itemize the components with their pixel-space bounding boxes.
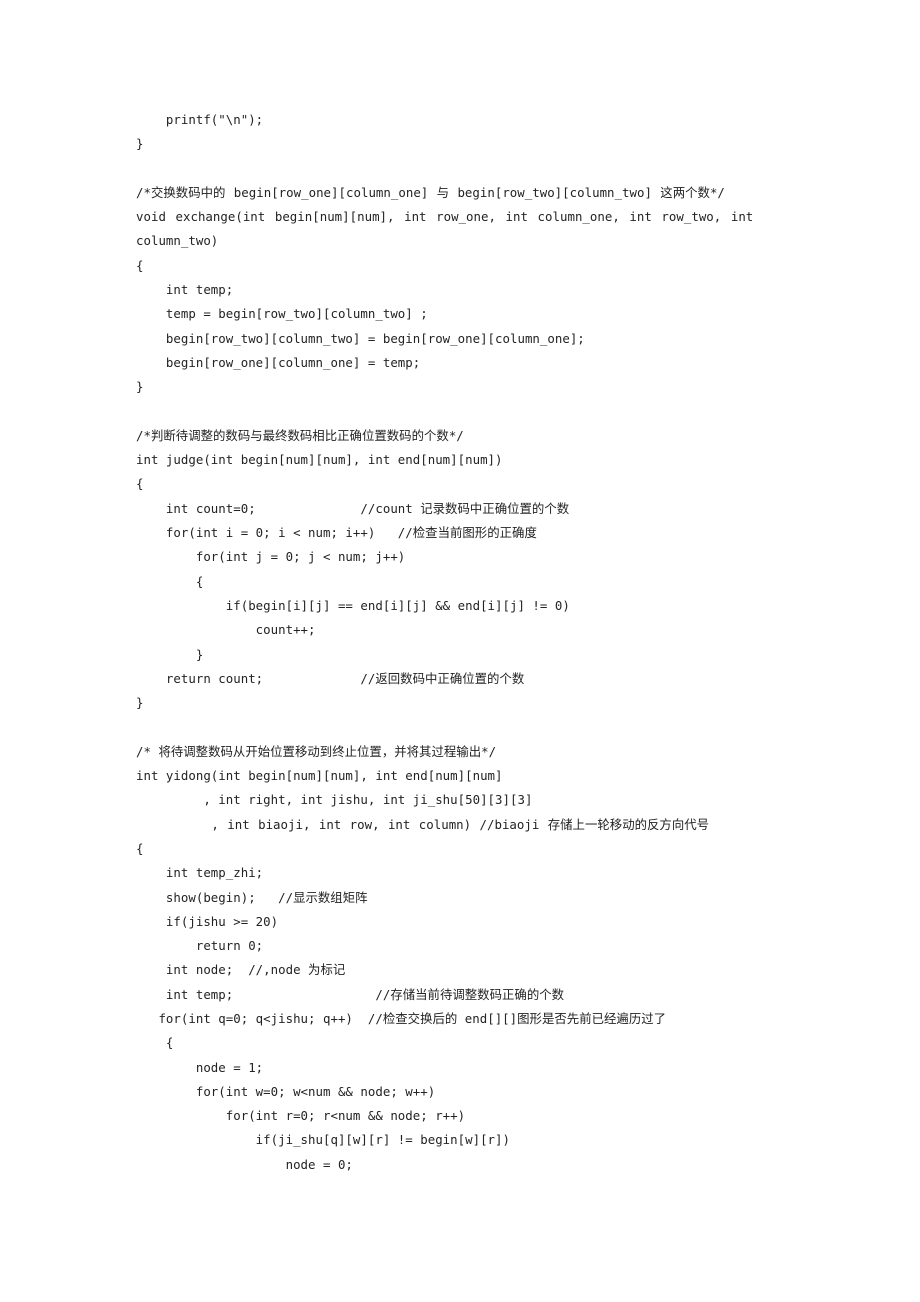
code-line: int judge(int begin[num][num], int end[n… (136, 452, 503, 468)
code-line: } (136, 695, 144, 711)
code-line: return count; //返回数码中正确位置的个数 (136, 670, 525, 686)
code-line: { (136, 476, 144, 492)
code-line: for(int j = 0; j < num; j++) (136, 549, 406, 565)
code-line: begin[row_one][column_one] = temp; (136, 354, 421, 370)
code-line: temp = begin[row_two][column_two] ; (136, 306, 428, 322)
code-line: } (136, 136, 144, 152)
code-line: begin[row_two][column_two] = begin[row_o… (136, 330, 585, 346)
document-page: printf("\n");} /*交换数码中的 begin[row_one][c… (0, 0, 920, 1302)
code-line: if(ji_shu[q][w][r] != begin[w][r]) (136, 1132, 510, 1148)
code-line: { (136, 257, 144, 273)
code-line: { (136, 840, 144, 856)
code-line: , int biaoji, int row, int column) //bia… (136, 816, 710, 832)
code-line: printf("\n"); (136, 112, 264, 127)
code-line: count++; (136, 622, 316, 638)
code-line: int temp; (136, 282, 234, 298)
code-line: for(int w=0; w<num && node; w++) (136, 1083, 436, 1099)
code-line: column_two) (136, 233, 219, 249)
code-line: show(begin); //显示数组矩阵 (136, 889, 368, 905)
code-line: /*交换数码中的 begin[row_one][column_one] 与 be… (136, 184, 725, 200)
code-line: if(jishu >= 20) (136, 913, 279, 929)
code-listing: printf("\n");} /*交换数码中的 begin[row_one][c… (136, 108, 796, 1177)
code-line: for(int i = 0; i < num; i++) //检查当前图形的正确… (136, 525, 537, 541)
code-line: if(begin[i][j] == end[i][j] && end[i][j]… (136, 597, 570, 613)
code-line: int temp_zhi; (136, 865, 264, 881)
code-line: for(int q=0; q<jishu; q++) //检查交换后的 end[… (136, 1010, 667, 1026)
code-line: int yidong(int begin[num][num], int end[… (136, 768, 503, 784)
code-line: { (136, 1035, 174, 1051)
code-line: , int right, int jishu, int ji_shu[50][3… (136, 792, 533, 808)
code-line: void exchange(int begin[num][num], int r… (136, 209, 754, 225)
code-line: node = 0; (136, 1156, 353, 1172)
code-line: int node; //,node 为标记 (136, 962, 346, 978)
code-line: return 0; (136, 938, 264, 954)
code-line: int count=0; //count 记录数码中正确位置的个数 (136, 500, 570, 516)
code-line: } (136, 646, 204, 662)
code-line: { (136, 573, 204, 589)
code-line: /*判断待调整的数码与最终数码相比正确位置数码的个数*/ (136, 427, 464, 443)
code-line: } (136, 379, 144, 395)
code-line: /* 将待调整数码从开始位置移动到终止位置，并将其过程输出*/ (136, 743, 497, 759)
code-line: int temp; //存储当前待调整数码正确的个数 (136, 986, 565, 1002)
code-line: for(int r=0; r<num && node; r++) (136, 1108, 466, 1124)
code-line: node = 1; (136, 1059, 264, 1075)
